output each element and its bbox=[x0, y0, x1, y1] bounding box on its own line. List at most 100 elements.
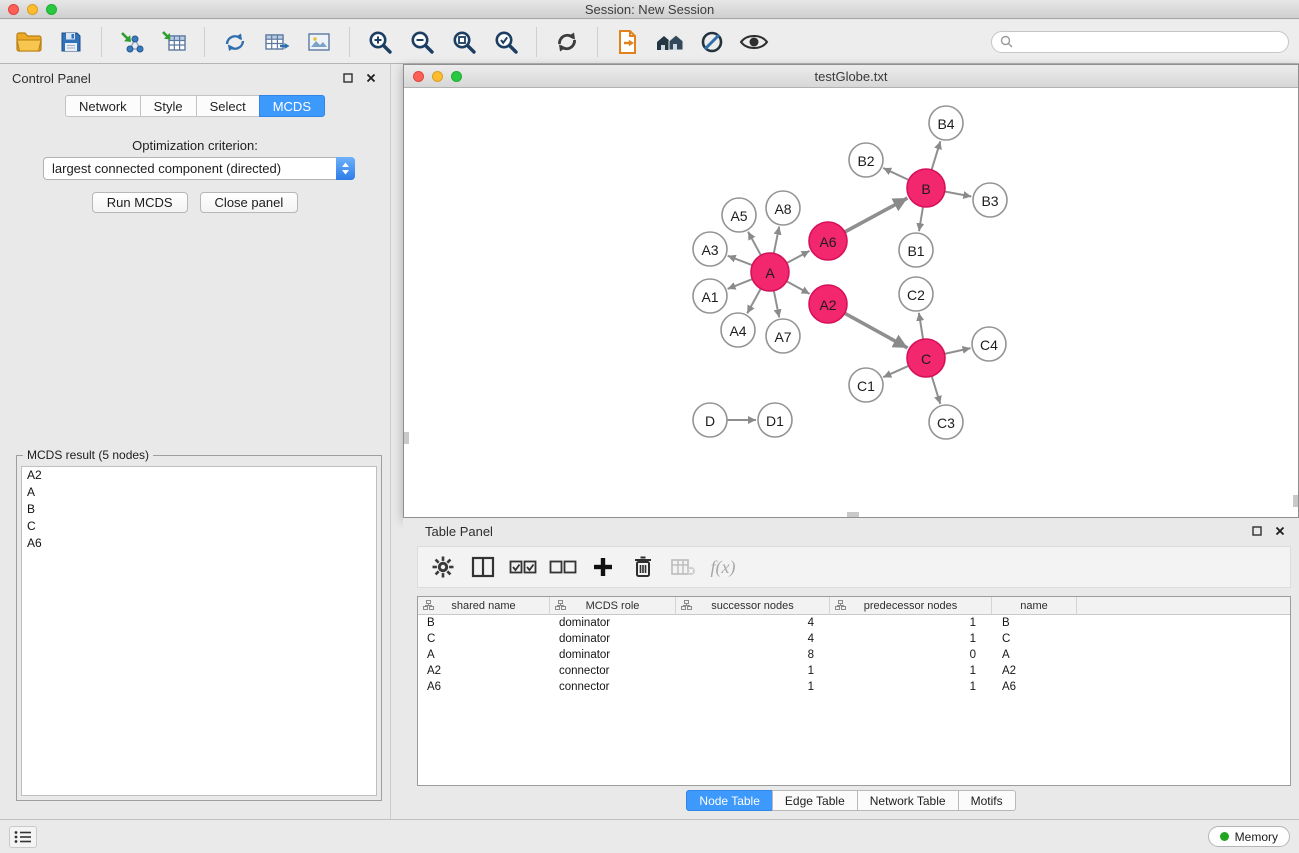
export-network-button[interactable] bbox=[216, 24, 254, 60]
network-edge[interactable] bbox=[932, 376, 941, 404]
tab-select[interactable]: Select bbox=[196, 95, 260, 117]
export-image-button[interactable] bbox=[300, 24, 338, 60]
network-edge[interactable] bbox=[787, 281, 810, 294]
add-column-button[interactable] bbox=[586, 550, 620, 584]
network-node[interactable]: A5 bbox=[722, 198, 756, 232]
network-edge[interactable] bbox=[845, 198, 908, 232]
delete-column-button[interactable] bbox=[626, 550, 660, 584]
network-node[interactable]: C2 bbox=[899, 277, 933, 311]
network-edge[interactable] bbox=[774, 291, 779, 318]
search-input[interactable] bbox=[1018, 35, 1280, 49]
network-node[interactable]: B4 bbox=[929, 106, 963, 140]
column-header-successor-nodes[interactable]: successor nodes bbox=[676, 597, 830, 614]
table-row[interactable]: Adominator80A bbox=[418, 647, 1290, 663]
network-edge[interactable] bbox=[747, 289, 761, 314]
column-header-name[interactable]: name bbox=[992, 597, 1077, 614]
open-session-button[interactable] bbox=[10, 24, 48, 60]
import-network-button[interactable] bbox=[113, 24, 151, 60]
zoom-window-icon[interactable] bbox=[46, 4, 57, 15]
run-mcds-button[interactable]: Run MCDS bbox=[92, 192, 188, 213]
import-table-button[interactable] bbox=[155, 24, 193, 60]
close-table-panel-icon[interactable] bbox=[1273, 524, 1287, 538]
network-graph[interactable]: B4B2BB3A5A8A6A3B1AC2A1A2A4A7C4CC1C3DD1 bbox=[404, 89, 1298, 518]
zoom-in-button[interactable] bbox=[361, 24, 399, 60]
network-canvas[interactable]: B4B2BB3A5A8A6A3B1AC2A1A2A4A7C4CC1C3DD1 bbox=[404, 89, 1298, 517]
show-columns-button[interactable] bbox=[466, 550, 500, 584]
network-node[interactable]: A bbox=[751, 253, 789, 291]
result-item[interactable]: A2 bbox=[22, 467, 376, 484]
network-node[interactable]: D bbox=[693, 403, 727, 437]
tab-node-table[interactable]: Node Table bbox=[686, 790, 773, 811]
show-hide-graphics-button[interactable] bbox=[735, 24, 773, 60]
function-builder-button[interactable]: f(x) bbox=[706, 550, 740, 584]
network-edge[interactable] bbox=[728, 256, 753, 265]
network-edge[interactable] bbox=[919, 313, 923, 339]
table-row[interactable]: Cdominator41C bbox=[418, 631, 1290, 647]
float-panel-icon[interactable] bbox=[341, 71, 355, 85]
close-network-window-icon[interactable] bbox=[413, 71, 424, 82]
apply-style-button[interactable] bbox=[693, 24, 731, 60]
network-node[interactable]: C4 bbox=[972, 327, 1006, 361]
network-node[interactable]: A2 bbox=[809, 285, 847, 323]
network-edge[interactable] bbox=[774, 227, 779, 254]
delete-table-button[interactable] bbox=[666, 550, 700, 584]
network-node[interactable]: B2 bbox=[849, 143, 883, 177]
network-edge[interactable] bbox=[932, 141, 941, 170]
network-edge[interactable] bbox=[919, 207, 923, 231]
refresh-view-button[interactable] bbox=[548, 24, 586, 60]
save-session-button[interactable] bbox=[52, 24, 90, 60]
table-row[interactable]: A2connector11A2 bbox=[418, 663, 1290, 679]
result-item[interactable]: B bbox=[22, 501, 376, 518]
network-node[interactable]: C bbox=[907, 339, 945, 377]
scroll-nub-right[interactable] bbox=[1293, 495, 1298, 507]
network-edge[interactable] bbox=[845, 313, 908, 348]
close-panel-icon[interactable] bbox=[364, 71, 378, 85]
result-item[interactable]: C bbox=[22, 518, 376, 535]
network-edge[interactable] bbox=[945, 348, 971, 354]
network-edge[interactable] bbox=[728, 279, 753, 289]
task-history-button[interactable] bbox=[9, 826, 37, 848]
tab-mcds[interactable]: MCDS bbox=[259, 95, 325, 117]
scroll-nub-left[interactable] bbox=[404, 432, 409, 444]
table-row[interactable]: Bdominator41B bbox=[418, 615, 1290, 631]
zoom-network-window-icon[interactable] bbox=[451, 71, 462, 82]
first-neighbors-button[interactable] bbox=[609, 24, 647, 60]
network-window-titlebar[interactable]: testGlobe.txt bbox=[404, 65, 1298, 88]
network-node[interactable]: C3 bbox=[929, 405, 963, 439]
network-node[interactable]: D1 bbox=[758, 403, 792, 437]
zoom-out-button[interactable] bbox=[403, 24, 441, 60]
home-button[interactable] bbox=[651, 24, 689, 60]
zoom-fit-button[interactable] bbox=[445, 24, 483, 60]
select-all-button[interactable] bbox=[506, 550, 540, 584]
network-node[interactable]: A6 bbox=[809, 222, 847, 260]
search-field[interactable] bbox=[991, 31, 1289, 53]
network-edge[interactable] bbox=[748, 232, 761, 256]
network-node[interactable]: B bbox=[907, 169, 945, 207]
network-edge[interactable] bbox=[883, 168, 909, 180]
network-edge[interactable] bbox=[883, 366, 908, 377]
tab-style[interactable]: Style bbox=[140, 95, 197, 117]
table-settings-button[interactable] bbox=[426, 550, 460, 584]
network-edge[interactable] bbox=[787, 251, 810, 263]
deselect-all-button[interactable] bbox=[546, 550, 580, 584]
scroll-nub-bottom[interactable] bbox=[847, 512, 859, 517]
tab-motifs[interactable]: Motifs bbox=[958, 790, 1016, 811]
network-node[interactable]: A3 bbox=[693, 232, 727, 266]
network-edge[interactable] bbox=[945, 192, 972, 197]
tab-edge-table[interactable]: Edge Table bbox=[772, 790, 858, 811]
minimize-network-window-icon[interactable] bbox=[432, 71, 443, 82]
criterion-dropdown[interactable]: largest connected component (directed) bbox=[43, 157, 355, 180]
minimize-window-icon[interactable] bbox=[27, 4, 38, 15]
network-node[interactable]: C1 bbox=[849, 368, 883, 402]
mcds-result-list[interactable]: A2ABCA6 bbox=[21, 466, 377, 796]
close-window-icon[interactable] bbox=[8, 4, 19, 15]
close-panel-button[interactable]: Close panel bbox=[200, 192, 299, 213]
export-table-button[interactable] bbox=[258, 24, 296, 60]
tab-network-table[interactable]: Network Table bbox=[857, 790, 959, 811]
zoom-selected-button[interactable] bbox=[487, 24, 525, 60]
tab-network[interactable]: Network bbox=[65, 95, 141, 117]
memory-button[interactable]: Memory bbox=[1208, 826, 1290, 847]
column-header-predecessor-nodes[interactable]: predecessor nodes bbox=[830, 597, 992, 614]
result-item[interactable]: A bbox=[22, 484, 376, 501]
network-node[interactable]: A8 bbox=[766, 191, 800, 225]
